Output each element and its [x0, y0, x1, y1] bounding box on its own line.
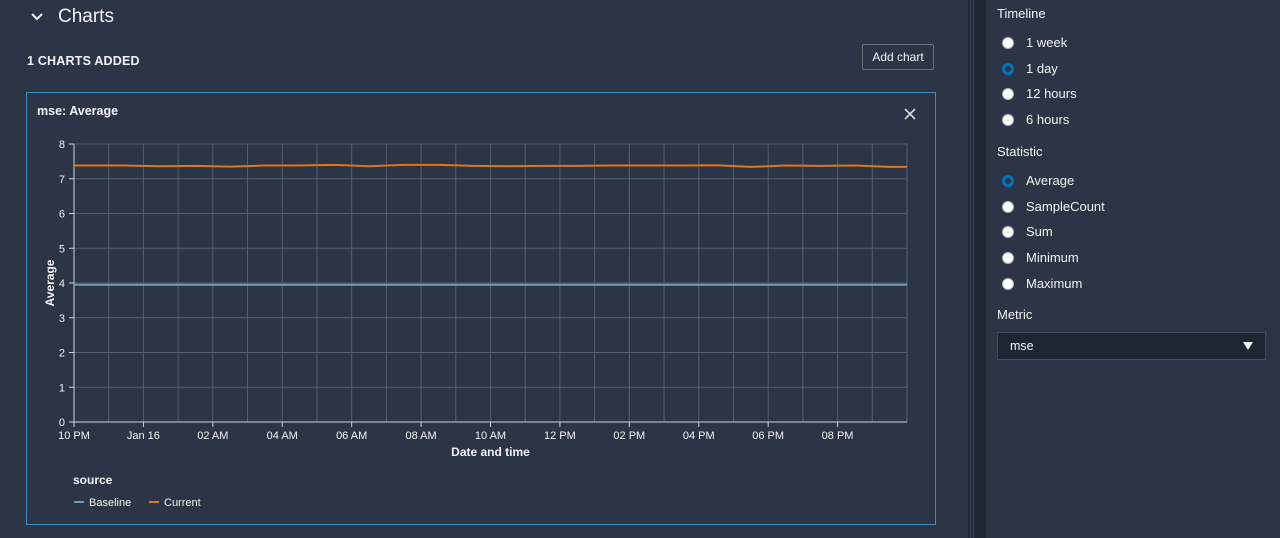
statistic-label: Statistic	[997, 144, 1043, 159]
x-tick-label: 10 PM	[58, 430, 90, 442]
x-tick-label: 02 PM	[613, 430, 645, 442]
x-tick-label: 06 PM	[752, 430, 784, 442]
statistic-option-average[interactable]: Average	[1002, 173, 1074, 188]
radio-label: SampleCount	[1026, 199, 1105, 214]
y-tick-label: 0	[59, 417, 65, 429]
radio-button[interactable]	[1002, 87, 1014, 100]
panel-divider	[976, 0, 986, 538]
radio-label: 1 day	[1026, 61, 1058, 76]
metric-select-value: mse	[1010, 339, 1034, 353]
radio-label: Sum	[1026, 224, 1053, 239]
y-tick-label: 6	[59, 209, 65, 221]
x-tick-label: 02 AM	[197, 430, 228, 442]
x-tick-label: 12 PM	[544, 430, 576, 442]
radio-button-selected[interactable]	[1002, 62, 1014, 75]
y-tick-label: 4	[59, 278, 65, 290]
charts-count-label: 1 CHARTS ADDED	[27, 54, 140, 68]
x-axis-label: Date and time	[451, 445, 530, 459]
radio-label: Maximum	[1026, 276, 1083, 291]
statistic-option-samplecount[interactable]: SampleCount	[1002, 199, 1105, 214]
x-tick-label: 06 AM	[336, 430, 367, 442]
settings-panel: Timeline 1 week 1 day 12 hours 6 hours S…	[986, 0, 1280, 538]
radio-button[interactable]	[1002, 225, 1014, 238]
y-tick-label: 7	[59, 174, 65, 186]
radio-label: Average	[1026, 173, 1075, 188]
radio-button-selected[interactable]	[1002, 174, 1014, 187]
radio-button[interactable]	[1002, 200, 1014, 213]
splitter-grip-line	[973, 0, 974, 538]
x-tick-label: Jan 16	[127, 430, 160, 442]
x-tick-label: 04 PM	[683, 430, 715, 442]
caret-down-icon	[1243, 342, 1253, 350]
radio-label: Minimum	[1026, 250, 1079, 265]
metric-label: Metric	[997, 307, 1033, 322]
chevron-down-icon[interactable]	[30, 10, 44, 24]
statistic-option-minimum[interactable]: Minimum	[1002, 250, 1079, 265]
timeline-option-12-hours[interactable]: 12 hours	[1002, 86, 1077, 101]
metric-select[interactable]: mse	[997, 332, 1266, 360]
statistic-option-sum[interactable]: Sum	[1002, 224, 1053, 239]
timeline-option-6-hours[interactable]: 6 hours	[1002, 112, 1069, 127]
timeline-option-1-week[interactable]: 1 week	[1002, 35, 1067, 50]
series-line-current	[74, 163, 907, 168]
y-tick-label: 2	[59, 348, 65, 360]
add-chart-button[interactable]: Add chart	[862, 44, 934, 70]
radio-button[interactable]	[1002, 36, 1014, 49]
charts-panel: Charts 1 CHARTS ADDED Add chart mse: Ave…	[0, 0, 966, 538]
y-tick-label: 5	[59, 243, 65, 255]
charts-section-header[interactable]: Charts	[30, 6, 114, 28]
section-title: Charts	[58, 6, 114, 27]
y-tick-label: 1	[59, 382, 65, 394]
legend-label: Baseline	[89, 497, 131, 509]
radio-label: 12 hours	[1026, 86, 1077, 101]
x-tick-label: 08 AM	[405, 430, 436, 442]
radio-label: 6 hours	[1026, 112, 1070, 127]
x-tick-label: 04 AM	[267, 430, 298, 442]
line-chart: 0 1 2 3 4 5 6 7 8 10 PM Jan 16 02 AM 04 AM 06 AM 08 AM…	[43, 139, 908, 509]
y-tick-label: 3	[59, 313, 65, 325]
statistic-option-maximum[interactable]: Maximum	[1002, 276, 1082, 291]
radio-button[interactable]	[1002, 277, 1014, 290]
timeline-label: Timeline	[997, 6, 1046, 21]
timeline-option-1-day[interactable]: 1 day	[1002, 61, 1058, 76]
radio-button[interactable]	[1002, 113, 1014, 126]
radio-label: 1 week	[1026, 35, 1068, 50]
y-tick-label: 8	[59, 139, 65, 151]
legend-title: source	[73, 473, 113, 487]
x-tick-label: 10 AM	[475, 430, 506, 442]
y-axis-label: Average	[43, 259, 57, 306]
panel-splitter[interactable]	[968, 0, 976, 538]
splitter-grip-line	[970, 0, 971, 538]
legend-label: Current	[164, 497, 201, 509]
radio-button[interactable]	[1002, 251, 1014, 264]
chart-card: mse: Average 0 1 2 3 4 5 6 7 8 10 PM Jan 16 02 AM 04…	[26, 92, 936, 525]
x-tick-label: 08 PM	[822, 430, 854, 442]
